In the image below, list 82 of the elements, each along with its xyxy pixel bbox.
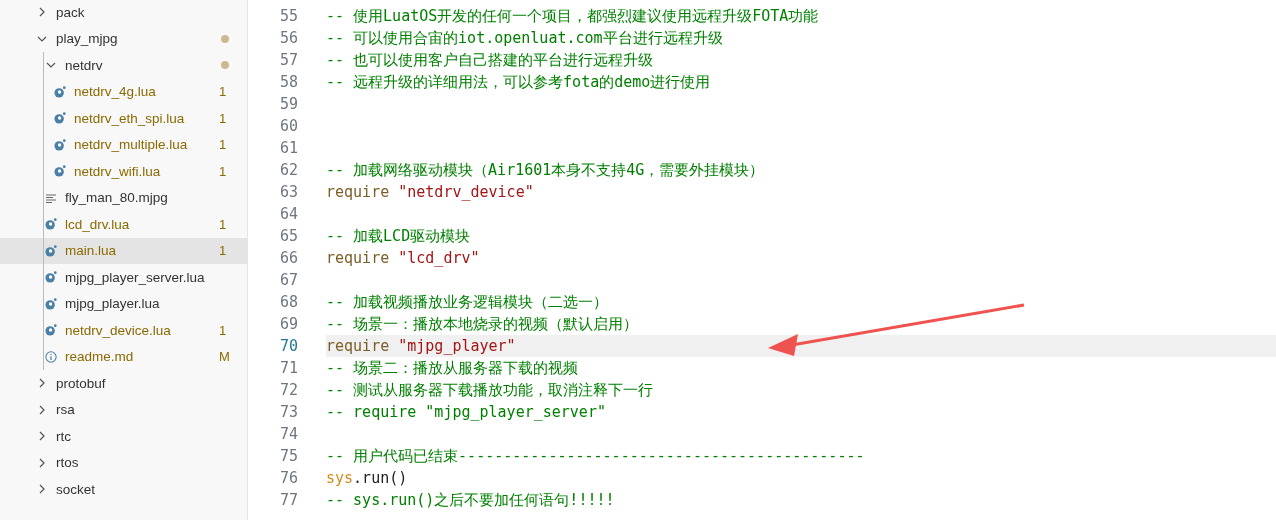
code-token: -- 用户代码已结束---------------------------------------------: [326, 447, 865, 465]
code-token: -- 使用LuatOS开发的任何一个项目，都强烈建议使用远程升级FOTA功能: [326, 7, 819, 25]
problem-count: 1: [219, 84, 228, 100]
line-number: 71: [278, 359, 298, 377]
tree-item[interactable]: socket: [0, 476, 247, 503]
lines-icon: [45, 191, 57, 204]
code-token: require: [326, 183, 391, 201]
code-token: -- 也可以使用客户自己搭建的平台进行远程升级: [326, 51, 654, 69]
code-token: -- 测试从服务器下载播放功能，取消注释下一行: [326, 381, 654, 399]
code-token: -- 场景二：播放从服务器下载的视频: [326, 359, 579, 377]
tree-item[interactable]: netdrv_4g.lua 1: [0, 78, 247, 105]
tree-item[interactable]: netdrv_eth_spi.lua 1: [0, 105, 247, 132]
code-token: -- sys.run()之后不要加任何语句!!!!!: [326, 491, 615, 509]
line-number: 57: [278, 51, 298, 69]
tree-item[interactable]: main.lua 1: [0, 237, 247, 264]
tree-item[interactable]: play_mjpg: [0, 25, 247, 52]
line-number: 65: [278, 227, 298, 245]
tree-item[interactable]: protobuf: [0, 370, 247, 397]
problem-count: 1: [219, 163, 228, 179]
line-number: 76: [278, 469, 298, 487]
lua-file-icon: [45, 244, 57, 257]
lua-file-icon: [54, 112, 66, 125]
code-token: -- 远程升级的详细用法，可以参考fota的demo进行使用: [326, 73, 711, 91]
code-token: "lcd_drv": [398, 249, 480, 267]
tree-item[interactable]: rtc: [0, 423, 247, 450]
line-number: 74: [278, 425, 298, 443]
tree-item[interactable]: pack: [0, 0, 247, 26]
line-number: 55: [278, 7, 298, 25]
line-number: 66: [278, 249, 298, 267]
tree-item[interactable]: netdrv_wifi.lua 1: [0, 158, 247, 185]
code-token: -- 可以使用合宙的iot.openluat.com平台进行远程升级: [326, 29, 723, 47]
line-number: 58: [278, 73, 298, 91]
problem-count: 1: [219, 137, 228, 153]
tree-item[interactable]: mjpg_player_server.lua: [0, 264, 247, 291]
line-number: 68: [278, 293, 298, 311]
code-token: -- 加载网络驱动模块（Air1601本身不支持4G，需要外挂模块）: [326, 161, 765, 179]
problem-count: 1: [219, 243, 228, 259]
tree-item[interactable]: rtos: [0, 449, 247, 476]
lua-file-icon: [45, 271, 57, 284]
problem-count: 1: [219, 216, 228, 232]
line-number: 64: [278, 205, 298, 223]
line-number: 72: [278, 381, 298, 399]
tree-item[interactable]: netdrv_multiple.lua 1: [0, 131, 247, 158]
line-number: 73: [278, 403, 298, 421]
tree-item[interactable]: mjpg_player.lua: [0, 290, 247, 317]
line-number: 69: [278, 315, 298, 333]
line-number: 56: [278, 29, 298, 47]
code-token: "netdrv_device": [398, 183, 534, 201]
line-number: 63: [278, 183, 298, 201]
line-number: 67: [278, 271, 298, 289]
line-number: 59: [278, 95, 298, 113]
tree-item[interactable]: rsa: [0, 396, 247, 423]
code-token: -- 加载LCD驱动模块: [326, 227, 471, 245]
code-token: -- require "mjpg_player_server": [326, 403, 606, 421]
line-number: 77: [278, 491, 298, 509]
line-number: 75: [278, 447, 298, 465]
code-token: sys: [326, 469, 354, 487]
lua-file-icon: [54, 138, 66, 151]
lua-file-icon: [45, 218, 57, 231]
problem-count: 1: [219, 110, 228, 126]
code-token: -- 加载视频播放业务逻辑模块（二选一）: [326, 293, 609, 311]
lua-file-icon: [45, 297, 57, 310]
tree-item[interactable]: netdrv: [0, 52, 247, 79]
line-number: 62: [278, 161, 298, 179]
tree-item[interactable]: readme.md M: [0, 343, 247, 370]
code-token: .run(): [353, 469, 408, 487]
problem-count: 1: [219, 322, 228, 338]
code-token: -- 场景一：播放本地烧录的视频（默认启用）: [326, 315, 639, 333]
problem-count: M: [219, 349, 231, 365]
code-token: "mjpg_player": [398, 337, 516, 355]
code-token: require: [326, 337, 391, 355]
line-number: 70: [278, 337, 298, 355]
tree-item[interactable]: fly_man_80.mjpg: [0, 184, 247, 211]
tree-item[interactable]: netdrv_device.lua 1: [0, 317, 247, 344]
info-icon: [45, 350, 57, 363]
lua-file-icon: [54, 165, 66, 178]
line-number: 60: [278, 117, 298, 135]
code-token: require: [326, 249, 391, 267]
lua-file-icon: [45, 324, 57, 337]
line-number: 61: [278, 139, 298, 157]
tree-item[interactable]: lcd_drv.lua 1: [0, 211, 247, 238]
lua-file-icon: [54, 85, 66, 98]
